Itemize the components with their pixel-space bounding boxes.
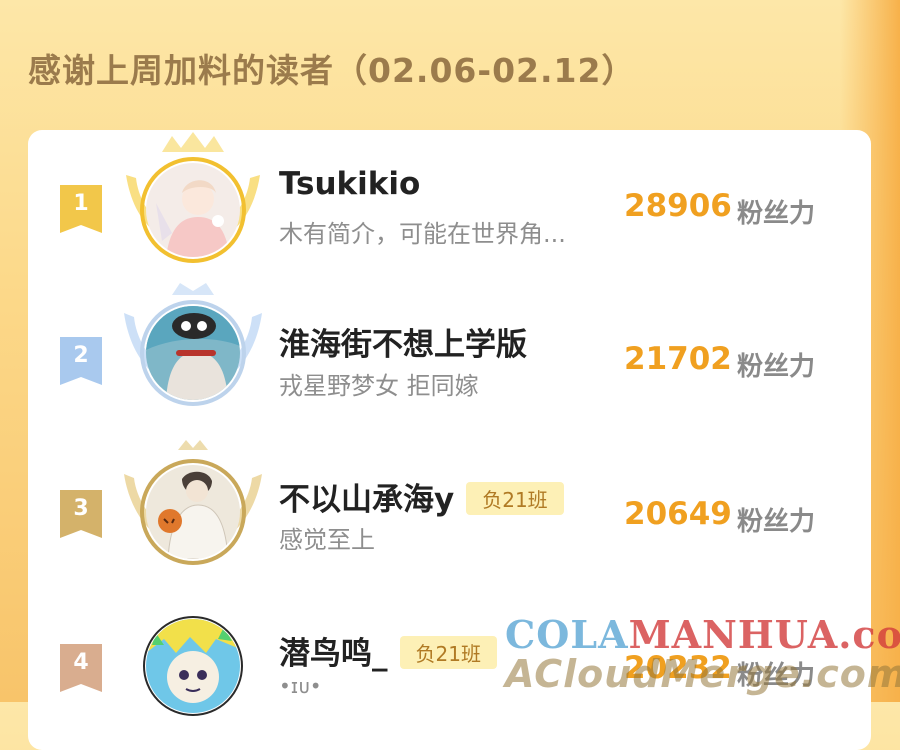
score-unit: 粉丝力: [737, 352, 816, 382]
rank-badge: 4: [60, 644, 102, 692]
user-name-text: 不以山承海y: [279, 482, 455, 518]
list-item[interactable]: 3 不以山承海y 负21班 感觉至上 20649 粉丝力: [28, 440, 871, 590]
score-unit: 粉丝力: [737, 661, 816, 691]
user-bio: •ɪᴜ•: [279, 674, 322, 698]
user-bio: 感觉至上: [279, 526, 375, 554]
rank-badge: 2: [60, 337, 102, 385]
avatar[interactable]: [118, 273, 268, 423]
score-value: 20232: [624, 650, 732, 686]
user-name: 潜鸟鸣_ 负21班: [279, 628, 497, 673]
class-tag: 负21班: [466, 482, 564, 515]
score-value: 28906: [624, 188, 732, 224]
avatar[interactable]: [118, 130, 268, 280]
rank-badge: 1: [60, 185, 102, 233]
user-bio: 木有简介，可能在世界角...: [279, 220, 566, 248]
rank-badge: 3: [60, 490, 102, 538]
list-item[interactable]: 2 淮海街不想上学版 戎星野梦女 拒同嫁 21702 粉丝力: [28, 283, 871, 435]
score-unit: 粉丝力: [737, 507, 816, 537]
user-name: 不以山承海y 负21班: [279, 474, 564, 519]
list-item[interactable]: 4 潜鸟鸣_ 负21班 •ɪᴜ• 20232 粉丝力: [28, 594, 871, 744]
class-tag: 负21班: [399, 636, 497, 669]
list-item[interactable]: 1 Tsukikio 木有简介，可能在世界角... 28906 粉丝力: [28, 130, 871, 280]
user-bio: 戎星野梦女 拒同嫁: [279, 372, 479, 400]
avatar[interactable]: [118, 432, 268, 582]
page-title: 感谢上周加料的读者（02.06-02.12）: [28, 51, 636, 90]
avatar[interactable]: [118, 586, 268, 736]
score-value: 20649: [624, 496, 732, 532]
user-name-text: 潜鸟鸣_: [279, 636, 388, 672]
user-name: Tsukikio: [279, 166, 421, 202]
score-unit: 粉丝力: [737, 199, 816, 229]
user-name: 淮海街不想上学版: [279, 327, 527, 363]
score-value: 21702: [624, 341, 732, 377]
ranking-card: 1 Tsukikio 木有简介，可能在世界角... 28906 粉丝力 2 淮海…: [28, 130, 871, 750]
